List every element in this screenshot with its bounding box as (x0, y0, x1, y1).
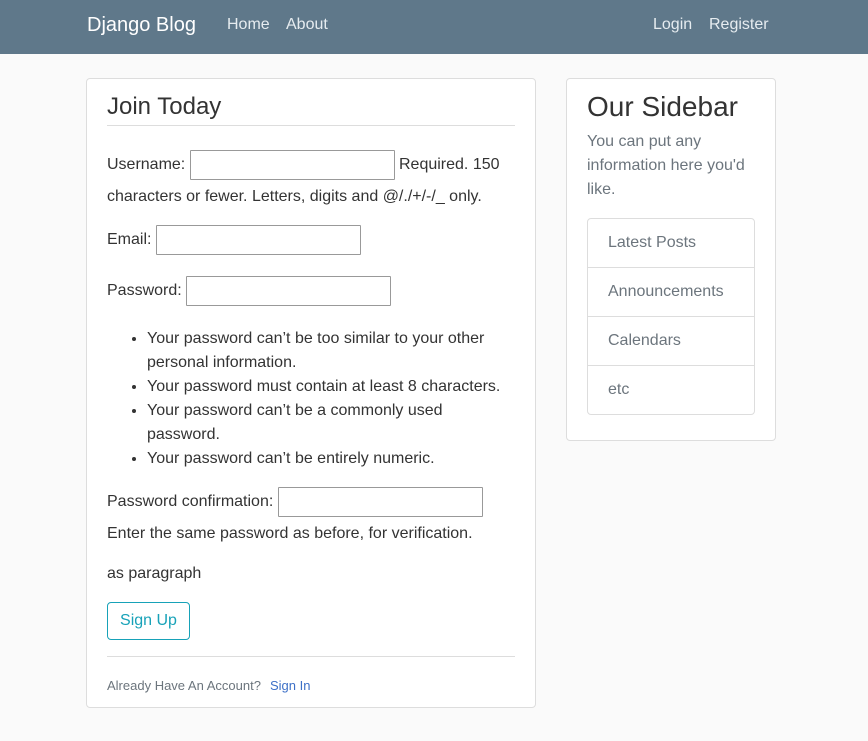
sidebar-card: Our Sidebar You can put any information … (566, 78, 776, 441)
footer-divider (107, 656, 515, 657)
registration-card: Join Today Username: Required. 150 chara… (86, 78, 536, 708)
sign-up-button[interactable]: Sign Up (107, 602, 190, 640)
sidebar-list: Latest Posts Announcements Calendars etc (587, 218, 755, 415)
top-navbar: Django Blog Home About Login Register (0, 0, 868, 54)
password-confirm-label: Password confirmation: (107, 493, 274, 510)
password-confirm-help: Enter the same password as before, for v… (107, 525, 473, 542)
nav-home-link[interactable]: Home (227, 16, 270, 34)
sign-in-link[interactable]: Sign In (270, 678, 310, 693)
password-label: Password: (107, 282, 182, 299)
brand-link[interactable]: Django Blog (87, 14, 196, 37)
nav-about-link[interactable]: About (286, 16, 328, 34)
sidebar-item-latest-posts[interactable]: Latest Posts (588, 219, 754, 268)
already-account-text: Already Have An Account? (107, 678, 261, 693)
password-rule: Your password can’t be too similar to yo… (147, 327, 507, 375)
sidebar-title: Our Sidebar (587, 91, 738, 122)
form-title: Join Today (107, 93, 222, 120)
email-input[interactable] (156, 225, 361, 255)
username-help-text: Required. 150 (399, 156, 500, 173)
nav-register-link[interactable]: Register (709, 16, 769, 34)
password-rules-list: Your password can’t be too similar to yo… (127, 327, 507, 471)
sidebar-item-etc[interactable]: etc (588, 366, 754, 414)
email-label: Email: (107, 231, 152, 248)
password-input[interactable] (186, 276, 391, 306)
password-rule: Your password must contain at least 8 ch… (147, 375, 507, 399)
username-help-text-continued: characters or fewer. Letters, digits and… (107, 188, 482, 205)
sidebar-item-announcements[interactable]: Announcements (588, 268, 754, 317)
sidebar-description: You can put any information here you'd l… (587, 133, 745, 198)
title-divider (107, 125, 515, 126)
password-rule: Your password can’t be a commonly used p… (147, 399, 507, 447)
as-paragraph-text: as paragraph (107, 565, 202, 582)
username-label: Username: (107, 156, 186, 173)
password-rule: Your password can’t be entirely numeric. (147, 447, 507, 471)
sidebar-item-calendars[interactable]: Calendars (588, 317, 754, 366)
username-input[interactable] (190, 150, 395, 180)
nav-login-link[interactable]: Login (653, 16, 692, 34)
password-confirm-input[interactable] (278, 487, 483, 517)
